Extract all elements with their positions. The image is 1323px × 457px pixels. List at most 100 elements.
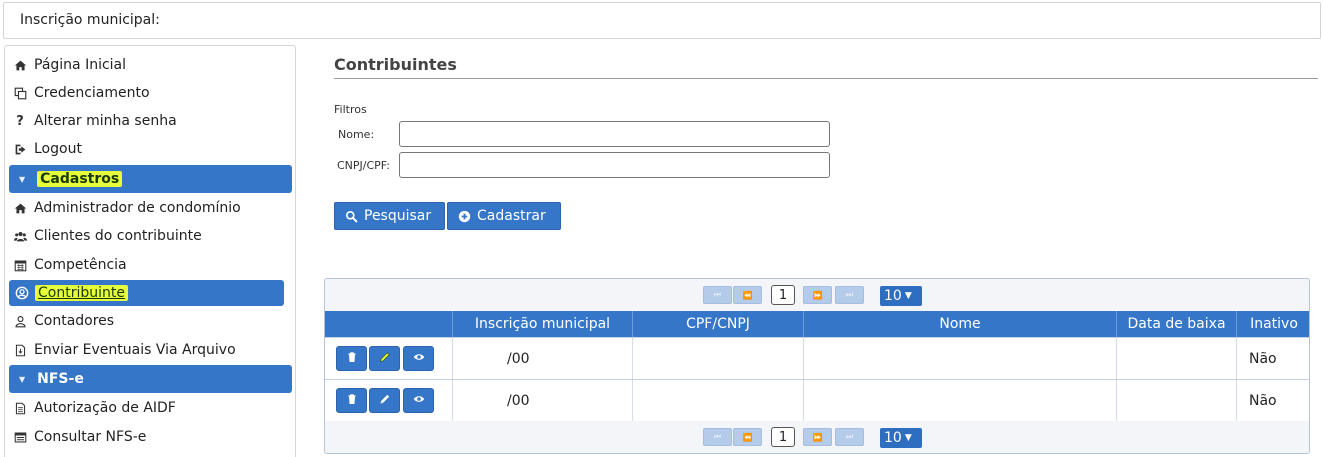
sidebar-item-clientes[interactable]: Clientes do contribuinte <box>5 223 295 249</box>
column-header-cpf-cnpj[interactable]: CPF/CNPJ <box>633 311 804 337</box>
sidebar-item-label: Página Inicial <box>34 57 127 73</box>
current-page[interactable]: 1 <box>771 427 795 447</box>
nome-label: Nome: <box>338 128 375 141</box>
chevron-down-icon: ▼ <box>904 433 912 443</box>
calendar-icon <box>13 258 27 272</box>
last-page-button[interactable]: ⏭ <box>835 428 864 446</box>
sidebar-item-label: Contadores <box>34 313 115 329</box>
file-icon <box>13 343 27 357</box>
prev-page-button[interactable]: ⏪ <box>733 286 762 304</box>
sidebar-item-label: Competência <box>34 257 127 273</box>
cpf-cnpj-cell <box>633 338 804 379</box>
first-page-button[interactable]: ⏮ <box>703 286 732 304</box>
add-button[interactable]: Cadastrar <box>447 202 561 230</box>
column-header-inscricao[interactable]: Inscrição municipal <box>453 311 633 337</box>
chevron-down-icon: ▼ <box>904 291 912 301</box>
current-page[interactable]: 1 <box>771 285 795 305</box>
search-icon <box>344 209 358 223</box>
home-icon <box>13 58 27 72</box>
user-icon <box>13 314 27 328</box>
trash-icon <box>346 351 358 367</box>
first-page-button[interactable]: ⏮ <box>703 428 732 446</box>
sidebar-item-aidf[interactable]: Autorização de AIDF <box>5 395 295 421</box>
sidebar-item-enviar-eventuais[interactable]: Enviar Eventuais Via Arquivo <box>5 337 295 363</box>
actions-cell <box>325 338 453 379</box>
delete-button[interactable] <box>336 388 367 413</box>
last-page-button[interactable]: ⏭ <box>835 286 864 304</box>
copy-icon <box>13 86 27 100</box>
sidebar-item-home[interactable]: Página Inicial <box>5 52 295 78</box>
contribuintes-grid: ⏮ ⏪ 1 ⏩ ⏭ 10 ▼ Inscrição municipal CPF/CN… <box>324 278 1310 454</box>
user-circle-icon <box>15 286 29 300</box>
sign-out-icon <box>13 142 27 156</box>
sidebar-item-label: Credenciamento <box>34 85 150 101</box>
page-title: Contribuintes <box>334 55 457 74</box>
question-icon: ? <box>16 113 24 129</box>
inscricao-cell: /00 <box>453 380 633 421</box>
section-label: Cadastros <box>37 171 123 187</box>
section-label: NFS-e <box>37 371 84 387</box>
cpf-cnpj-cell <box>633 380 804 421</box>
sidebar-item-consultar-nfse[interactable]: Consultar NFS-e <box>5 424 295 450</box>
sidebar-item-credenciamento[interactable]: Credenciamento <box>5 80 295 106</box>
grid-header: Inscrição municipal CPF/CNPJ Nome Data d… <box>325 311 1309 337</box>
table-row: /00 Não <box>325 337 1309 379</box>
page-size-select[interactable]: 10 ▼ <box>880 428 922 448</box>
sidebar-item-label: Administrador de condomínio <box>34 200 241 216</box>
sidebar: Página Inicial Credenciamento ? Alterar … <box>4 45 296 457</box>
edit-button[interactable] <box>369 388 400 413</box>
sidebar-item-logout[interactable]: Logout <box>5 136 295 162</box>
sidebar-item-label: Logout <box>34 141 82 157</box>
delete-button[interactable] <box>336 346 367 371</box>
sidebar-item-contadores[interactable]: Contadores <box>5 308 295 334</box>
sidebar-item-label: Autorização de AIDF <box>34 400 176 416</box>
prev-page-button[interactable]: ⏪ <box>733 428 762 446</box>
sidebar-section-nfse[interactable]: ▼ NFS-e <box>9 365 292 393</box>
column-header-data-baixa[interactable]: Data de baixa <box>1117 311 1237 337</box>
sidebar-item-label: Enviar Eventuais Via Arquivo <box>34 342 236 358</box>
sidebar-item-change-password[interactable]: ? Alterar minha senha <box>5 108 295 134</box>
edit-button[interactable] <box>369 346 400 371</box>
cnpj-cpf-input[interactable] <box>399 152 830 178</box>
view-button[interactable] <box>403 388 434 413</box>
page-size-select[interactable]: 10 ▼ <box>880 286 922 306</box>
file-text-icon <box>13 401 27 415</box>
trash-icon <box>346 393 358 409</box>
sidebar-item-contribuinte[interactable]: Contribuinte <box>9 280 284 306</box>
pager-bottom: ⏮ ⏪ 1 ⏩ ⏭ 10 ▼ <box>325 421 1309 452</box>
sidebar-section-cadastros[interactable]: ▼ Cadastros <box>9 165 292 193</box>
table-row: /00 Não <box>325 379 1309 421</box>
page-size-value: 10 <box>884 430 902 446</box>
column-header-nome[interactable]: Nome <box>804 311 1117 337</box>
actions-column-header <box>325 311 453 337</box>
list-icon <box>13 430 27 444</box>
column-header-inativo[interactable]: Inativo <box>1237 311 1309 337</box>
pager-top: ⏮ ⏪ 1 ⏩ ⏭ 10 ▼ <box>325 279 1309 310</box>
next-page-button[interactable]: ⏩ <box>803 428 832 446</box>
plus-circle-icon <box>457 209 471 223</box>
pencil-icon <box>379 351 391 367</box>
filters-label: Filtros <box>334 103 367 116</box>
sidebar-item-label: Contribuinte <box>35 285 128 301</box>
eye-icon <box>413 393 425 409</box>
sidebar-item-competencia[interactable]: Competência <box>5 252 295 278</box>
sidebar-item-admin-condominio[interactable]: Administrador de condomínio <box>5 195 295 221</box>
actions-cell <box>325 380 453 421</box>
view-button[interactable] <box>403 346 434 371</box>
users-icon <box>13 229 27 243</box>
inativo-cell: Não <box>1249 392 1277 409</box>
next-page-button[interactable]: ⏩ <box>803 286 832 304</box>
nome-cell <box>804 338 1117 379</box>
title-divider <box>334 78 1318 79</box>
home-icon <box>13 201 27 215</box>
inativo-cell: Não <box>1249 350 1277 367</box>
nome-input[interactable] <box>399 121 830 147</box>
nome-cell <box>804 380 1117 421</box>
add-button-label: Cadastrar <box>477 208 546 224</box>
search-button[interactable]: Pesquisar <box>334 202 445 230</box>
cnpj-cpf-label: CNPJ/CPF: <box>337 159 390 172</box>
data-baixa-cell <box>1117 380 1237 421</box>
sidebar-item-label: Clientes do contribuinte <box>34 228 202 244</box>
search-button-label: Pesquisar <box>364 208 432 224</box>
municipal-registration-label: Inscrição municipal: <box>20 12 160 28</box>
